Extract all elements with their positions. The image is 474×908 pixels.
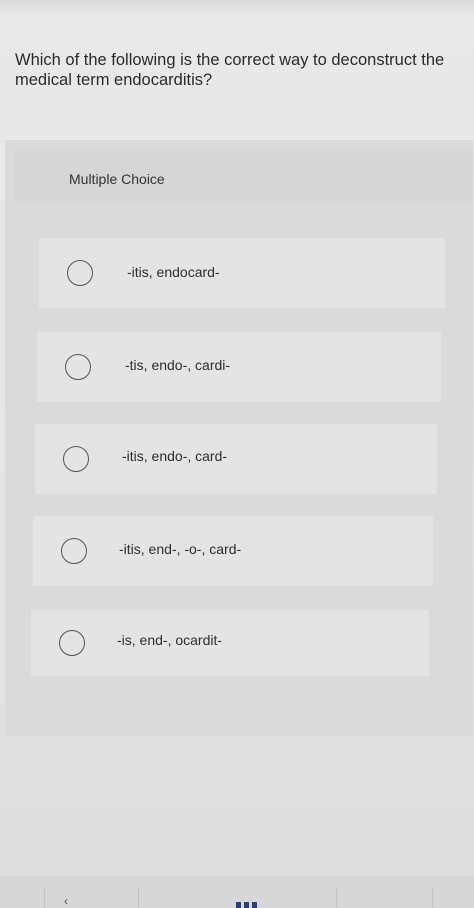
panel-header: Multiple Choice — [15, 148, 473, 204]
answer-option-label: -itis, end-, -o-, card- — [119, 541, 242, 557]
answer-option-label: -itis, endo-, card- — [122, 448, 228, 464]
answer-option-label: -is, end-, ocardit- — [117, 632, 223, 648]
nav-divider — [44, 888, 45, 908]
answer-option-2[interactable]: -tis, endo-, cardi- — [37, 332, 441, 402]
answer-option-5[interactable]: -is, end-, ocardit- — [31, 610, 429, 676]
radio-button-icon[interactable] — [63, 446, 89, 472]
question-type-label: Multiple Choice — [69, 171, 165, 187]
nav-divider — [138, 888, 139, 908]
radio-button-icon[interactable] — [61, 538, 87, 564]
radio-button-icon[interactable] — [67, 260, 93, 286]
answer-option-label: -itis, endocard- — [127, 264, 220, 280]
nav-divider — [336, 888, 337, 908]
answer-option-3[interactable]: -itis, endo-, card- — [35, 424, 437, 494]
question-text: Which of the following is the correct wa… — [15, 51, 445, 89]
radio-button-icon[interactable] — [65, 354, 91, 380]
answer-option-label: -tis, endo-, cardi- — [125, 357, 231, 373]
answer-option-4[interactable]: -itis, end-, -o-, card- — [33, 516, 433, 586]
nav-divider — [432, 888, 433, 908]
chevron-left-icon[interactable]: ‹ — [64, 894, 68, 908]
answer-panel: Multiple Choice -itis, endocard- -tis, e… — [5, 140, 473, 736]
radio-button-icon[interactable] — [59, 630, 85, 656]
answer-option-1[interactable]: -itis, endocard- — [39, 238, 445, 308]
top-edge — [0, 0, 474, 14]
grid-icon[interactable] — [236, 902, 258, 908]
